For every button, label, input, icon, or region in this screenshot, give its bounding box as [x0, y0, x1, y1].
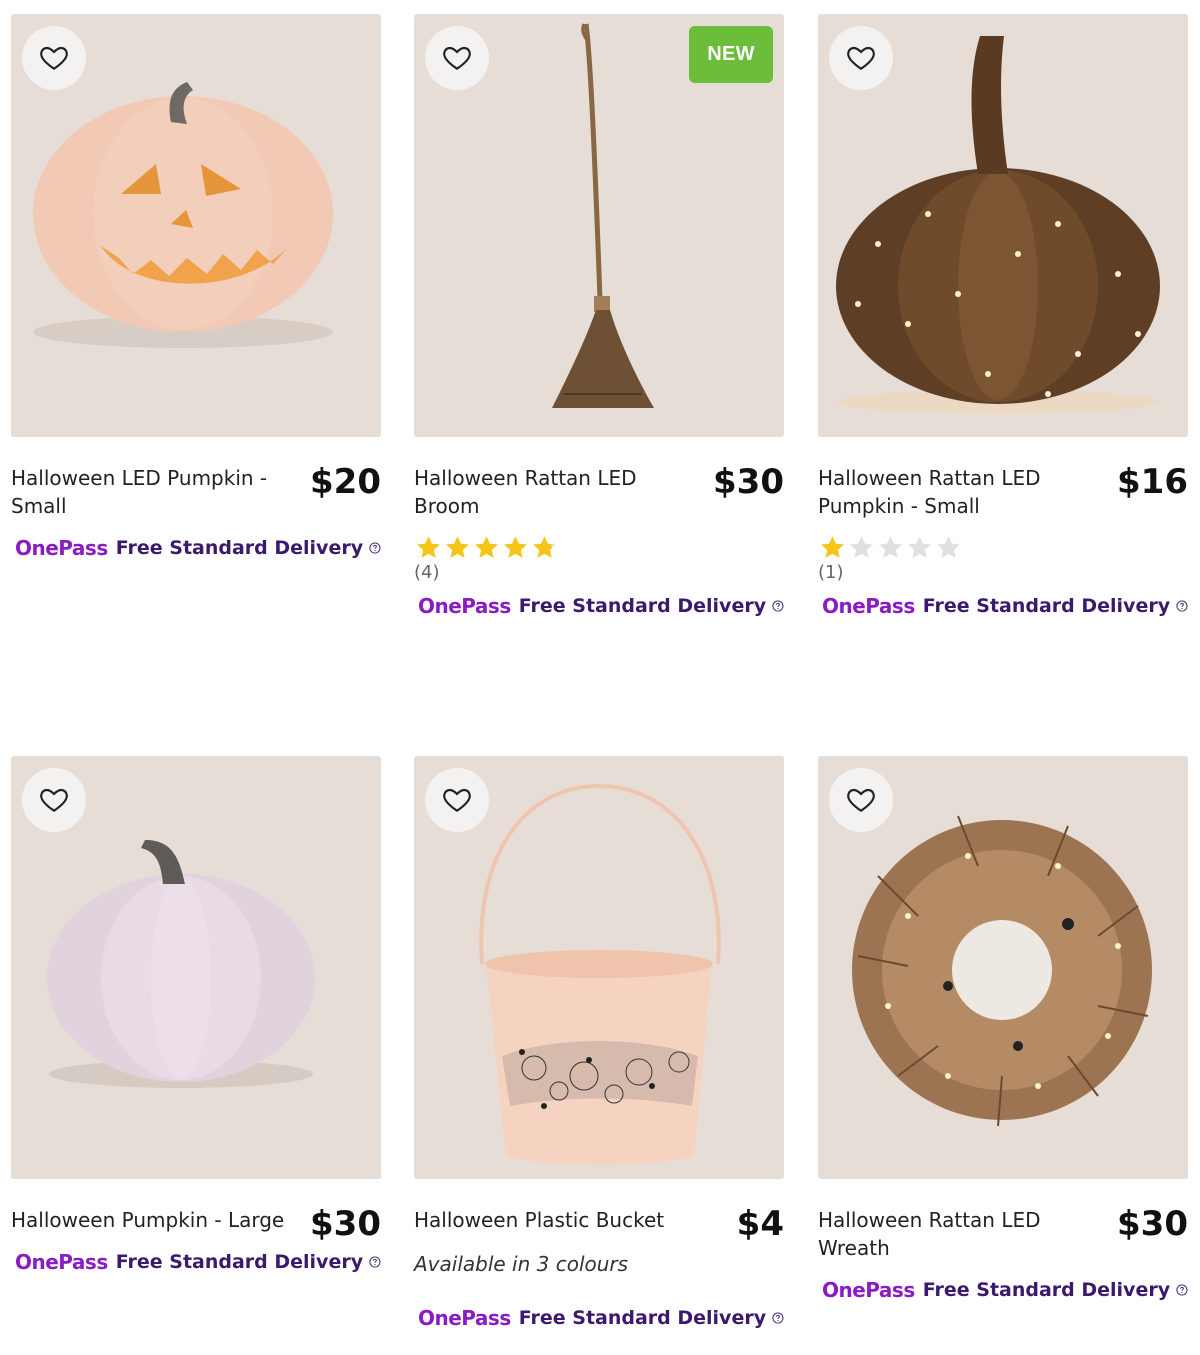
product-price: $20 — [310, 462, 381, 502]
delivery-label: Free Standard Delivery — [922, 595, 1171, 617]
help-circle-icon[interactable] — [772, 1308, 784, 1328]
help-circle-icon[interactable] — [369, 538, 381, 558]
product-card[interactable]: Halloween Plastic Bucket $4 Available in… — [414, 756, 784, 1338]
product-title[interactable]: Halloween Rattan LED Broom — [414, 464, 684, 520]
star-icon — [533, 536, 556, 558]
wishlist-button[interactable] — [22, 768, 86, 832]
wishlist-button[interactable] — [425, 26, 489, 90]
star-icon — [446, 536, 469, 558]
wishlist-button[interactable] — [829, 768, 893, 832]
delivery-label: Free Standard Delivery — [115, 1251, 364, 1273]
wishlist-button[interactable] — [425, 768, 489, 832]
star-rating — [414, 534, 559, 562]
star-icon — [475, 536, 498, 558]
delivery-label: Free Standard Delivery — [518, 595, 767, 617]
product-image[interactable]: NEW — [414, 14, 784, 437]
product-price: $30 — [713, 462, 784, 502]
onepass-delivery: OnePass Free Standard Delivery — [822, 1270, 1188, 1310]
product-card[interactable]: NEW Halloween Rattan LED Broom $30 (4) O… — [414, 14, 784, 626]
star-icon — [908, 536, 931, 558]
product-rating[interactable]: (4) — [414, 528, 784, 586]
star-icon — [504, 536, 527, 558]
product-image[interactable] — [414, 756, 784, 1179]
star-rating — [818, 534, 963, 562]
product-image[interactable] — [818, 756, 1188, 1179]
onepass-logo: OnePass — [418, 1306, 511, 1330]
delivery-label: Free Standard Delivery — [922, 1279, 1171, 1301]
product-rating[interactable]: (1) — [818, 528, 1188, 586]
product-title[interactable]: Halloween LED Pumpkin - Small — [11, 464, 281, 520]
help-circle-icon[interactable] — [1176, 596, 1188, 616]
product-image[interactable] — [11, 14, 381, 437]
help-circle-icon[interactable] — [369, 1252, 381, 1272]
product-title[interactable]: Halloween Pumpkin - Large — [11, 1206, 301, 1234]
onepass-logo: OnePass — [15, 1250, 108, 1274]
onepass-delivery: OnePass Free Standard Delivery — [15, 1242, 381, 1282]
heart-icon — [847, 788, 875, 812]
product-price: $16 — [1117, 462, 1188, 502]
delivery-label: Free Standard Delivery — [115, 537, 364, 559]
heart-icon — [40, 46, 68, 70]
onepass-logo: OnePass — [15, 536, 108, 560]
product-card[interactable]: Halloween Rattan LED Pumpkin - Small $16… — [818, 14, 1188, 626]
star-icon — [417, 536, 440, 558]
onepass-delivery: OnePass Free Standard Delivery — [15, 528, 381, 568]
product-card[interactable]: Halloween Rattan LED Wreath $30 OnePass … — [818, 756, 1188, 1310]
product-image[interactable] — [11, 756, 381, 1179]
review-count: (1) — [818, 562, 844, 583]
help-circle-icon[interactable] — [772, 596, 784, 616]
star-icon — [879, 536, 902, 558]
onepass-logo: OnePass — [822, 1278, 915, 1302]
product-card[interactable]: Halloween LED Pumpkin - Small $20 OnePas… — [11, 14, 381, 568]
help-circle-icon[interactable] — [1176, 1280, 1188, 1300]
product-price: $30 — [1117, 1204, 1188, 1244]
wishlist-button[interactable] — [829, 26, 893, 90]
new-badge: NEW — [689, 26, 773, 83]
heart-icon — [847, 46, 875, 70]
product-card[interactable]: Halloween Pumpkin - Large $30 OnePass Fr… — [11, 756, 381, 1282]
colour-options-note: Available in 3 colours — [414, 1252, 629, 1276]
heart-icon — [443, 46, 471, 70]
product-title[interactable]: Halloween Plastic Bucket — [414, 1206, 704, 1234]
star-icon — [850, 536, 873, 558]
star-icon — [937, 536, 960, 558]
wishlist-button[interactable] — [22, 26, 86, 90]
onepass-logo: OnePass — [418, 594, 511, 618]
product-price: $30 — [310, 1204, 381, 1244]
onepass-delivery: OnePass Free Standard Delivery — [822, 586, 1188, 626]
delivery-label: Free Standard Delivery — [518, 1307, 767, 1329]
heart-icon — [443, 788, 471, 812]
review-count: (4) — [414, 562, 440, 583]
product-title[interactable]: Halloween Rattan LED Pumpkin - Small — [818, 464, 1088, 520]
product-price: $4 — [736, 1204, 784, 1244]
onepass-delivery: OnePass Free Standard Delivery — [418, 586, 784, 626]
heart-icon — [40, 788, 68, 812]
onepass-logo: OnePass — [822, 594, 915, 618]
onepass-delivery: OnePass Free Standard Delivery — [418, 1298, 784, 1338]
star-icon — [821, 536, 844, 558]
product-image[interactable] — [818, 14, 1188, 437]
product-title[interactable]: Halloween Rattan LED Wreath — [818, 1206, 1088, 1262]
